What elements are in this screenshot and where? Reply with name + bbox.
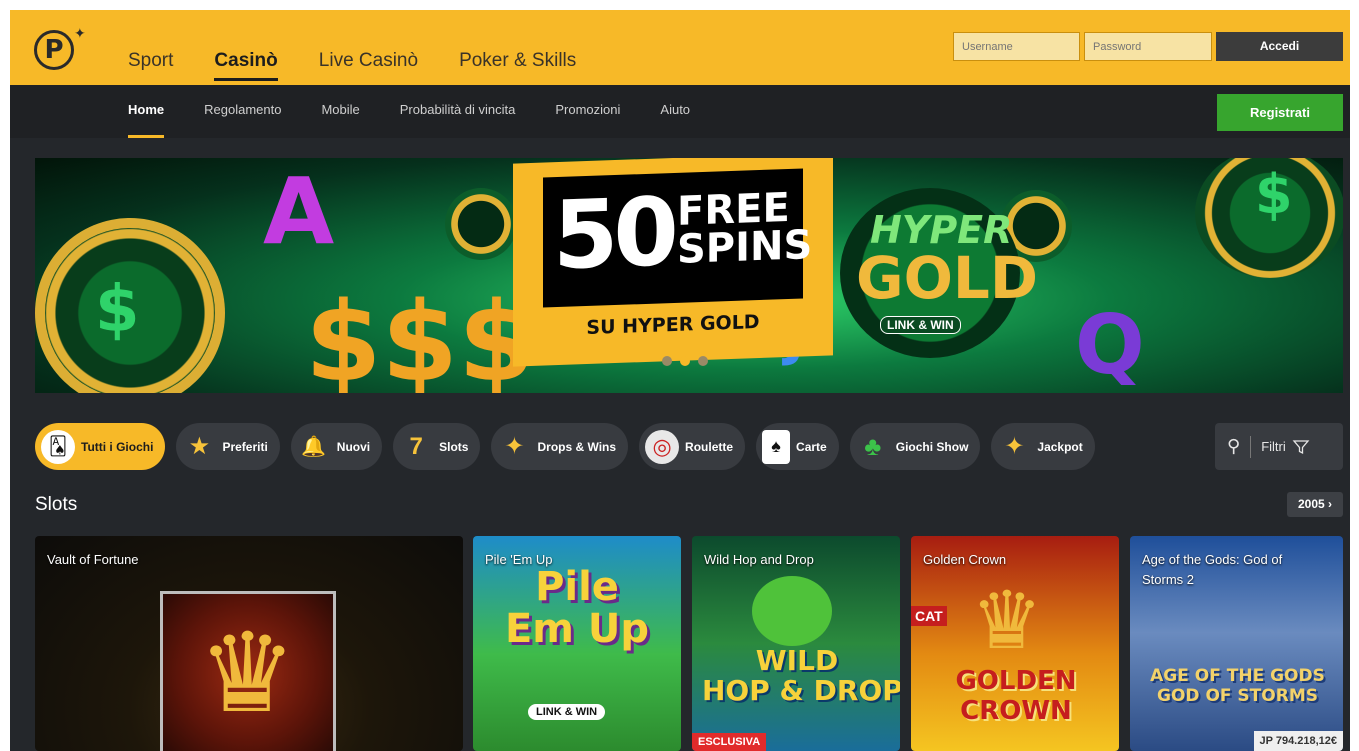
- crown-artwork: ♛: [160, 591, 336, 751]
- username-input[interactable]: [953, 32, 1080, 61]
- roulette-icon: ◎: [645, 429, 680, 464]
- game-logo-art: WILD HOP & DROP: [702, 644, 900, 707]
- promo-box: 50 FREE SPINS: [543, 168, 812, 308]
- category-label: Preferiti: [222, 439, 268, 454]
- game-side-art: CAT: [911, 606, 947, 626]
- brand-logo[interactable]: P: [34, 30, 74, 70]
- game-logo-art: Pile Em Up: [504, 564, 650, 652]
- cards-dice-icon: 🂡: [41, 429, 75, 464]
- link-win-text: LINK & WIN: [880, 316, 961, 334]
- link-win-badge: LINK & WIN: [528, 704, 606, 720]
- subnav-home[interactable]: Home: [128, 85, 165, 138]
- filter-bar[interactable]: ⚲ Filtri: [1215, 423, 1343, 470]
- clover-icon: ♣: [864, 431, 882, 461]
- spins-text: SPINS: [677, 222, 813, 273]
- seven-cherry-icon: 7: [409, 432, 423, 460]
- category-label: Nuovi: [336, 439, 371, 454]
- letter-a-decor: A: [263, 158, 335, 265]
- game-name: Pile 'Em Up: [485, 552, 553, 567]
- game-tile[interactable]: Pile 'Em Up Pile Em Up LINK & WIN: [473, 536, 681, 751]
- promo-subtitle: SU HYPER GOLD: [586, 310, 760, 340]
- nav-sport[interactable]: Sport: [128, 50, 173, 85]
- game-tile[interactable]: Vault of Fortune ♛: [35, 536, 463, 751]
- sub-nav: Home Regolamento Mobile Probabilità di v…: [10, 85, 1350, 138]
- category-slots[interactable]: 7 Slots: [393, 423, 481, 470]
- exclusive-badge: ESCLUSIVA: [692, 733, 767, 751]
- game-logo-art: AGE OF THE GODS GOD OF STORMS: [1150, 666, 1325, 706]
- category-label: Drops & Wins: [537, 439, 617, 454]
- nav-poker-skills[interactable]: Poker & Skills: [459, 50, 576, 85]
- subnav-regolamento[interactable]: Regolamento: [204, 85, 281, 138]
- sparkle-icon: ✦: [504, 433, 525, 460]
- playing-cards-icon: ♠: [762, 429, 791, 464]
- bell-icon: 🔔: [301, 436, 327, 458]
- star-icon: ★: [188, 433, 211, 460]
- letter-q-decor: Q: [1075, 298, 1145, 393]
- game-name: Vault of Fortune: [47, 552, 139, 567]
- category-label: Roulette: [685, 439, 734, 454]
- promo-card: 50 FREE SPINS SU HYPER GOLD: [513, 158, 833, 367]
- dollar-icon: $: [95, 273, 140, 347]
- section-title: Slots: [35, 494, 78, 515]
- promo-banner[interactable]: $ $ A J Q $$$ 50 FREE SPINS SU HYPER GOL…: [35, 158, 1343, 393]
- category-jackpot[interactable]: ✦ Jackpot: [991, 423, 1095, 470]
- category-label: Jackpot: [1037, 439, 1083, 454]
- crown-icon: ♛: [198, 612, 297, 735]
- gold-dollar-icon: $$$: [305, 278, 535, 393]
- free-spins-number: 50: [553, 177, 674, 292]
- casino-chip-icon: [445, 188, 517, 260]
- subnav-mobile[interactable]: Mobile: [321, 85, 359, 138]
- login-button[interactable]: Accedi: [1216, 32, 1343, 61]
- divider: [1250, 435, 1252, 458]
- game-name: Age of the Gods: God of Storms 2: [1142, 552, 1283, 587]
- sparkle-icon: ✦: [74, 25, 86, 41]
- game-tile[interactable]: Age of the Gods: God of Storms 2 AGE OF …: [1130, 536, 1343, 751]
- carousel-dot[interactable]: [698, 356, 708, 366]
- carousel-dot[interactable]: [662, 356, 672, 366]
- free-spins-label: FREE SPINS: [677, 185, 813, 273]
- game-name: Wild Hop and Drop: [704, 552, 814, 567]
- search-icon[interactable]: ⚲: [1227, 436, 1240, 457]
- carousel-dots: [662, 356, 708, 366]
- filter-label[interactable]: Filtri: [1261, 439, 1286, 454]
- carousel-dot-active[interactable]: [680, 356, 690, 366]
- subnav-probabilita[interactable]: Probabilità di vincita: [400, 85, 516, 138]
- gold-text: GOLD: [856, 244, 1039, 312]
- top-bar: P ✦ Sport Casinò Live Casinò Poker & Ski…: [10, 10, 1350, 85]
- category-label: Giochi Show: [895, 439, 969, 454]
- register-button[interactable]: Registrati: [1217, 94, 1343, 131]
- nav-casino[interactable]: Casinò: [214, 50, 279, 85]
- jackpot-amount-badge: JP 794.218,12€: [1253, 731, 1343, 751]
- dollar-icon: $: [1255, 163, 1293, 226]
- frog-icon: [752, 576, 832, 646]
- category-carte[interactable]: ♠ Carte: [756, 423, 839, 470]
- crown-icon: ♛: [971, 576, 1043, 665]
- category-giochi-show[interactable]: ♣ Giochi Show: [849, 423, 981, 470]
- category-label: Tutti i Giochi: [81, 439, 154, 454]
- nav-live-casino[interactable]: Live Casinò: [319, 50, 418, 85]
- game-logo-art: GOLDEN CROWN: [955, 666, 1077, 726]
- category-tutti-i-giochi[interactable]: 🂡 Tutti i Giochi: [35, 423, 166, 470]
- hyper-gold-logo: HYPER GOLD LINK & WIN: [840, 188, 1038, 358]
- category-preferiti[interactable]: ★ Preferiti: [176, 423, 280, 470]
- subnav-aiuto[interactable]: Aiuto: [660, 85, 690, 138]
- category-nuovi[interactable]: 🔔 Nuovi: [290, 423, 383, 470]
- filter-funnel-icon[interactable]: [1292, 438, 1310, 456]
- password-input[interactable]: [1084, 32, 1212, 61]
- category-roulette[interactable]: ◎ Roulette: [639, 423, 746, 470]
- category-label: Carte: [796, 439, 827, 454]
- game-tile[interactable]: Golden Crown CAT ♛ GOLDEN CROWN: [911, 536, 1119, 751]
- main-nav: Sport Casinò Live Casinò Poker & Skills: [128, 50, 617, 85]
- subnav-promozioni[interactable]: Promozioni: [555, 85, 620, 138]
- sparkle-icon: ✦: [1004, 433, 1025, 460]
- category-bar: 🂡 Tutti i Giochi ★ Preferiti 🔔 Nuovi 7 S…: [35, 423, 1106, 470]
- casino-app: P ✦ Sport Casinò Live Casinò Poker & Ski…: [10, 10, 1350, 751]
- category-drops-wins[interactable]: ✦ Drops & Wins: [491, 423, 629, 470]
- game-name: Golden Crown: [923, 552, 1007, 567]
- category-label: Slots: [439, 439, 469, 454]
- game-tile[interactable]: Wild Hop and Drop WILD HOP & DROP ESCLUS…: [692, 536, 900, 751]
- see-all-count-button[interactable]: 2005 ›: [1287, 492, 1343, 517]
